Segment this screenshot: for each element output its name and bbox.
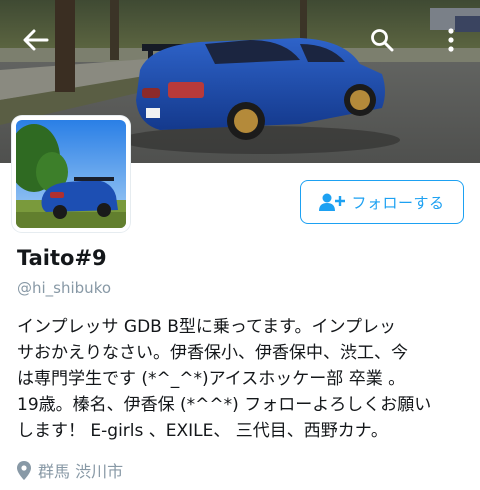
search-icon [371,29,394,52]
avatar[interactable] [12,116,130,232]
follow-button[interactable]: フォローする [300,180,464,224]
location-pin-icon [17,460,31,480]
display-name: Taito#9 [17,246,107,270]
avatar-photo [16,120,126,228]
arrow-left-icon [23,29,49,51]
location-text: 群馬 渋川市 [38,462,124,481]
follow-button-label: フォローする [351,193,445,212]
profile-bio: インプレッサ GDB B型に乗ってます。インプレッ サおかえりなさい。伊香保小、… [17,317,432,441]
more-options-button[interactable] [436,22,466,58]
back-button[interactable] [14,22,58,58]
add-user-icon [319,193,346,211]
user-handle: @hi_shibuko [17,279,112,297]
more-vertical-icon [448,28,454,52]
profile-location: 群馬 渋川市 [17,458,123,482]
search-button[interactable] [362,22,402,58]
